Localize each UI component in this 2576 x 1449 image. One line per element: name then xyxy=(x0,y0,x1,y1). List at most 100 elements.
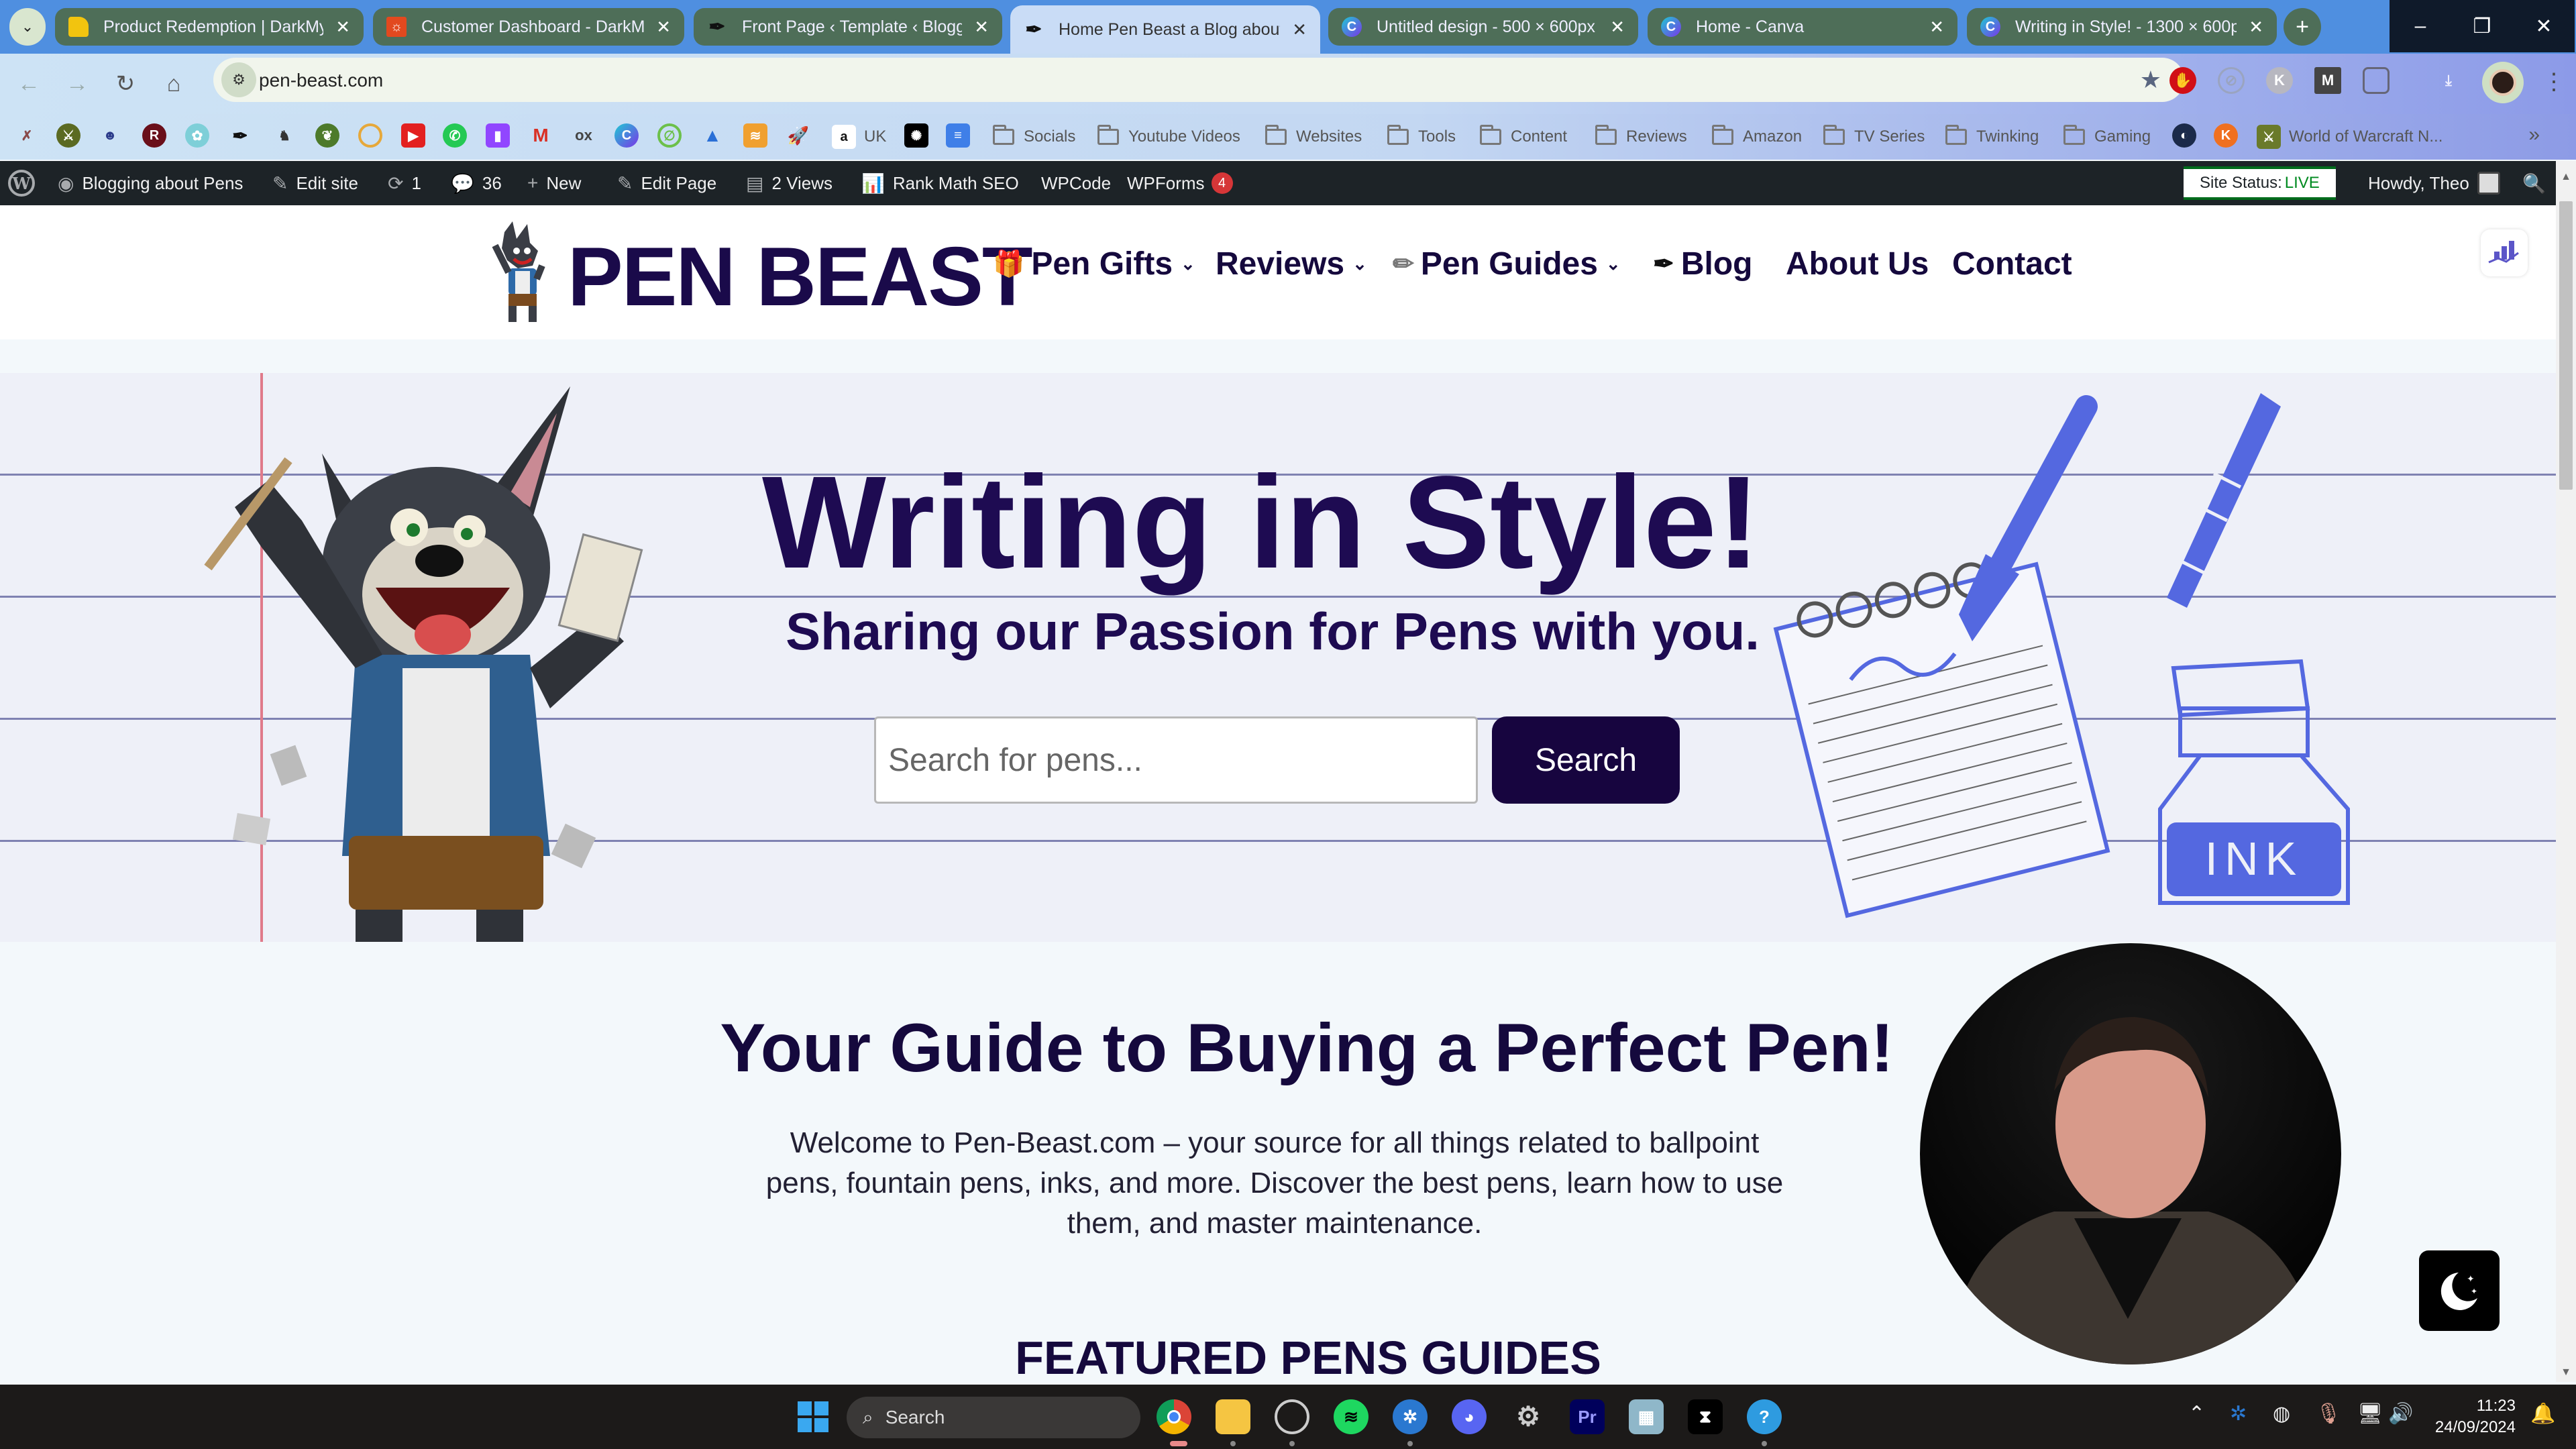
wp-site-name[interactable]: ◉ Blogging about Pens xyxy=(58,161,243,205)
scroll-down-arrow-icon[interactable]: ▼ xyxy=(2556,1363,2576,1382)
bookmark-triangle-icon[interactable]: ▲ xyxy=(700,123,724,148)
address-bar[interactable]: ⚙ pen-beast.com ★ xyxy=(213,58,2184,102)
back-button[interactable]: ← xyxy=(13,68,44,99)
capcut-icon[interactable]: ⧗ xyxy=(1688,1399,1723,1434)
battlenet-tray-icon[interactable]: ✲ xyxy=(2230,1402,2247,1426)
tab-product-redemption[interactable]: Product Redemption | DarkMyS ✕ xyxy=(55,8,364,46)
bookmark-k-orange-icon[interactable]: K xyxy=(2214,123,2238,148)
microphone-icon[interactable]: 🎙 xyxy=(2316,1402,2341,1426)
bookmark-red-circle-icon[interactable]: R xyxy=(142,123,166,148)
bookmark-folder-tv-series[interactable]: TV Series xyxy=(1823,123,1925,150)
bookmark-folder-content[interactable]: Content xyxy=(1480,123,1567,150)
forward-button[interactable]: → xyxy=(62,68,93,99)
tab-writing-in-style[interactable]: C Writing in Style! - 1300 × 600px ✕ xyxy=(1967,8,2277,46)
tab-home-pen-beast[interactable]: ✒ Home Pen Beast a Blog about P ✕ xyxy=(1010,5,1320,54)
spotify-icon[interactable]: ≋ xyxy=(1334,1399,1368,1434)
bookmark-folder-youtube-videos[interactable]: Youtube Videos xyxy=(1097,123,1240,150)
bookmark-wolf-sketch-icon[interactable]: ♞ xyxy=(272,123,297,148)
chatgpt-icon[interactable]: ✺ xyxy=(904,123,928,148)
bookmark-rocket-icon[interactable]: 🚀 xyxy=(786,123,810,148)
tab-untitled-design[interactable]: C Untitled design - 500 × 600px ✕ xyxy=(1328,8,1638,46)
wp-wpcode[interactable]: WPCode xyxy=(1041,161,1111,205)
wp-search-button[interactable]: 🔍 xyxy=(2522,161,2554,205)
youtube-icon[interactable]: ▶ xyxy=(401,123,425,148)
volume-icon[interactable]: 🔊 xyxy=(2388,1402,2413,1426)
site-logo-text[interactable]: PEN BEAST xyxy=(568,229,1033,325)
home-button[interactable]: ⌂ xyxy=(158,68,189,99)
bookmark-folder-tools[interactable]: Tools xyxy=(1387,123,1456,150)
close-icon[interactable]: ✕ xyxy=(2249,17,2263,38)
bookmark-folder-reviews[interactable]: Reviews xyxy=(1595,123,1687,150)
bookmark-pen-icon[interactable]: ✒ xyxy=(228,123,252,148)
wp-new-content[interactable]: + New xyxy=(527,161,581,205)
start-button[interactable] xyxy=(796,1399,830,1434)
page-scrollbar[interactable]: ▲ ▼ xyxy=(2556,161,2576,1382)
show-hidden-icons-button[interactable]: ⌃ xyxy=(2188,1402,2205,1426)
k-extension-icon[interactable]: K xyxy=(2266,67,2293,94)
adblock-extension-icon[interactable]: ✋ xyxy=(2169,67,2196,94)
network-icon[interactable]: 🖥 xyxy=(2357,1402,2383,1426)
chrome-taskbar-icon[interactable] xyxy=(1157,1399,1191,1434)
reload-button[interactable]: ↻ xyxy=(110,68,141,99)
bookmarks-overflow-button[interactable]: » xyxy=(2528,123,2540,146)
bookmark-amazon-uk[interactable]: a UK xyxy=(832,123,886,150)
nav-item-about-us[interactable]: About Us xyxy=(1786,246,1929,282)
file-explorer-icon[interactable] xyxy=(1216,1399,1250,1434)
nav-item-contact[interactable]: Contact xyxy=(1952,246,2072,282)
wp-rank-math[interactable]: 📊 Rank Math SEO xyxy=(861,161,1019,205)
obs-tray-icon[interactable]: ◍ xyxy=(2273,1402,2290,1426)
close-icon[interactable]: ✕ xyxy=(1929,17,1944,38)
site-status-badge[interactable]: Site Status: LIVE xyxy=(2184,166,2336,200)
premiere-pro-icon[interactable]: Pr xyxy=(1570,1399,1605,1434)
bookmark-leaf-icon[interactable]: ❦ xyxy=(315,123,339,148)
help-icon[interactable]: ? xyxy=(1747,1399,1782,1434)
nav-item-blog[interactable]: ✒ Blog xyxy=(1653,246,1752,282)
nav-item-pen-guides[interactable]: ✏ Pen Guides ⌄ xyxy=(1393,246,1621,282)
profile-avatar[interactable] xyxy=(2482,62,2524,103)
wp-logo-menu[interactable]: W xyxy=(8,161,35,205)
close-icon[interactable]: ✕ xyxy=(974,17,989,38)
wp-updates[interactable]: ⟳ 1 xyxy=(388,161,421,205)
close-icon[interactable]: ✕ xyxy=(1610,17,1625,38)
tab-home-canva[interactable]: C Home - Canva ✕ xyxy=(1648,8,1957,46)
wp-account-menu[interactable]: Howdy, Theo xyxy=(2368,161,2500,205)
twitch-icon[interactable]: ▮ xyxy=(486,123,510,148)
download-icon[interactable]: ⤓ xyxy=(2435,67,2462,94)
bookmark-folder-amazon[interactable]: Amazon xyxy=(1712,123,1802,150)
wp-comments[interactable]: 💬 36 xyxy=(451,161,502,205)
obs-icon[interactable] xyxy=(1275,1399,1309,1434)
nav-item-reviews[interactable]: Reviews ⌄ xyxy=(1216,246,1367,282)
minimize-button[interactable]: – xyxy=(2390,0,2451,52)
scrollbar-thumb[interactable] xyxy=(2559,201,2573,490)
blocked-extension-icon[interactable]: ⊘ xyxy=(2218,67,2245,94)
close-icon[interactable]: ✕ xyxy=(1292,19,1307,40)
close-icon[interactable]: ✕ xyxy=(656,17,671,38)
bookmark-globe-icon[interactable]: ◐ xyxy=(2172,123,2196,148)
analytics-widget-button[interactable] xyxy=(2481,229,2528,276)
bookmark-wolf-icon[interactable]: ✗ xyxy=(15,123,39,148)
bookmark-folder-socials[interactable]: Socials xyxy=(993,123,1075,150)
site-info-button[interactable]: ⚙ xyxy=(221,62,256,97)
wp-edit-site[interactable]: ✎ Edit site xyxy=(272,161,358,205)
canva-bookmark-icon[interactable]: C xyxy=(614,123,639,148)
gmail-icon[interactable]: M xyxy=(529,123,553,148)
dark-mode-toggle[interactable]: ✦ ✦ xyxy=(2419,1250,2500,1331)
restore-button[interactable]: ❐ xyxy=(2451,0,2513,52)
close-window-button[interactable]: ✕ xyxy=(2513,0,2575,52)
close-icon[interactable]: ✕ xyxy=(335,17,350,38)
browser-menu-icon[interactable]: ⋮ xyxy=(2542,68,2565,95)
settings-gear-icon[interactable]: ⚙ xyxy=(1511,1399,1546,1434)
nav-item-pen-gifts[interactable]: 🎁 Pen Gifts ⌄ xyxy=(993,246,1195,282)
battlenet-icon[interactable]: ✲ xyxy=(1393,1399,1428,1434)
extensions-puzzle-icon[interactable] xyxy=(2363,67,2390,94)
bookmark-green-ring-icon[interactable]: ∅ xyxy=(657,123,682,148)
taskbar-search[interactable]: ⌕ Search xyxy=(847,1397,1140,1438)
discord-icon[interactable]: ◕ xyxy=(1452,1399,1487,1434)
tab-search-button[interactable]: ⌄ xyxy=(9,8,46,46)
whatsapp-icon[interactable]: ✆ xyxy=(443,123,467,148)
bookmark-folder-twinking[interactable]: Twinking xyxy=(1945,123,2039,150)
notification-bell-icon[interactable]: 🔔 xyxy=(2530,1402,2555,1426)
bookmark-audible-icon[interactable]: ≋ xyxy=(743,123,767,148)
system-clock[interactable]: 11:23 24/09/2024 xyxy=(2422,1395,2516,1438)
wp-wpforms[interactable]: WPForms 4 xyxy=(1127,161,1233,205)
